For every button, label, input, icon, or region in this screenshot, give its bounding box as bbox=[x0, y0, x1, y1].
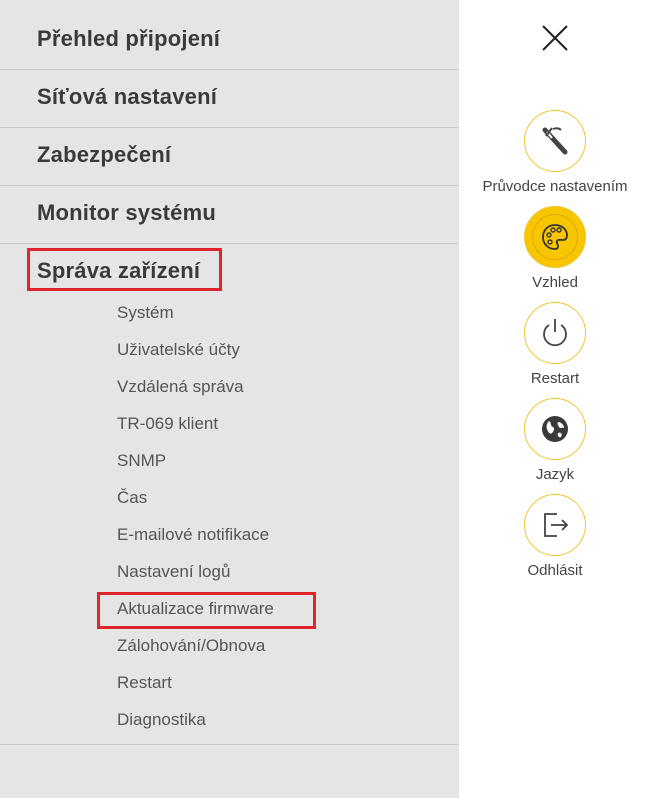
hidden-field bbox=[568, 32, 650, 51]
submenu-item-restart[interactable]: Restart bbox=[117, 673, 172, 693]
submenu-item-system[interactable]: Systém bbox=[117, 303, 174, 323]
theme-button[interactable] bbox=[524, 206, 586, 268]
submenu-item-user-accounts[interactable]: Uživatelské účty bbox=[117, 340, 240, 360]
menu-item-network-settings[interactable]: Síťová nastavení bbox=[0, 70, 459, 128]
logout-icon bbox=[544, 513, 569, 537]
globe-icon bbox=[542, 416, 568, 442]
submenu-item-log-settings[interactable]: Nastavení logů bbox=[117, 562, 230, 582]
logout-button[interactable] bbox=[524, 494, 586, 556]
submenu-item-time[interactable]: Čas bbox=[117, 488, 147, 508]
power-icon bbox=[543, 319, 567, 347]
wand-icon bbox=[542, 127, 568, 155]
restart-button[interactable] bbox=[524, 302, 586, 364]
menu-item-security[interactable]: Zabezpečení bbox=[0, 128, 459, 186]
firmware-upgrade-highlight bbox=[97, 592, 316, 629]
submenu-item-remote-management[interactable]: Vzdálená správa bbox=[117, 377, 244, 397]
submenu-item-diagnostics[interactable]: Diagnostika bbox=[117, 710, 206, 730]
menu-item-label: Zabezpečení bbox=[37, 142, 172, 167]
submenu-item-tr069-client[interactable]: TR-069 klient bbox=[117, 414, 218, 434]
menu-item-label: Přehled připojení bbox=[37, 26, 221, 51]
setup-wizard-button[interactable] bbox=[524, 110, 586, 172]
theme-label[interactable]: Vzhled bbox=[470, 274, 640, 291]
submenu-item-backup-restore[interactable]: Zálohování/Obnova bbox=[117, 636, 265, 656]
menu-item-connection-overview[interactable]: Přehled připojení bbox=[0, 12, 459, 70]
language-button[interactable] bbox=[524, 398, 586, 460]
menu-item-label: Síťová nastavení bbox=[37, 84, 218, 109]
menu-item-system-monitor[interactable]: Monitor systému bbox=[0, 186, 459, 244]
divider bbox=[0, 744, 459, 745]
setup-wizard-label[interactable]: Průvodce nastavením bbox=[470, 178, 640, 195]
submenu-item-email-notifications[interactable]: E-mailové notifikace bbox=[117, 525, 269, 545]
close-icon[interactable] bbox=[540, 23, 570, 53]
palette-icon bbox=[542, 224, 568, 250]
submenu-item-snmp[interactable]: SNMP bbox=[117, 451, 166, 471]
device-management-highlight bbox=[27, 248, 222, 291]
restart-label[interactable]: Restart bbox=[470, 370, 640, 387]
navigation-panel: Přehled připojení Síťová nastavení Zabez… bbox=[0, 0, 459, 798]
logout-label[interactable]: Odhlásit bbox=[470, 562, 640, 579]
menu-item-label: Monitor systému bbox=[37, 200, 217, 225]
language-label[interactable]: Jazyk bbox=[470, 466, 640, 483]
